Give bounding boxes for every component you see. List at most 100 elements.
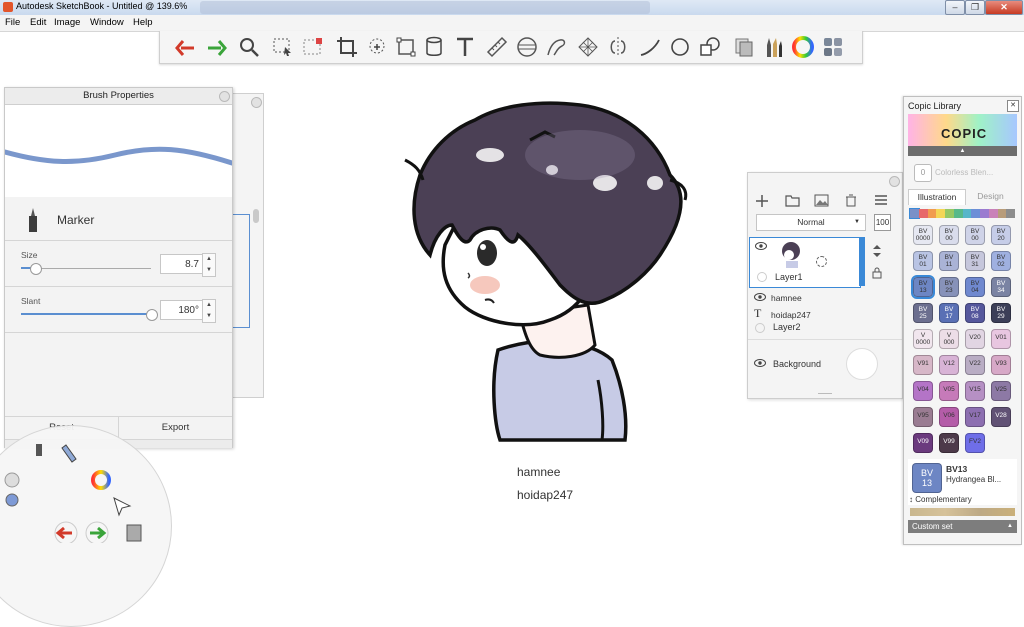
color-family-chip[interactable] — [909, 208, 920, 219]
size-stepper[interactable]: ▲ ▼ — [202, 253, 216, 277]
ruler-icon[interactable] — [485, 35, 509, 59]
color-family-chip[interactable] — [953, 209, 963, 218]
add-image-icon[interactable] — [814, 194, 829, 207]
copic-swatch[interactable]: FV2 — [965, 433, 985, 453]
color-family-chip[interactable] — [936, 209, 945, 218]
copic-swatch[interactable]: V12 — [939, 355, 959, 375]
select-icon[interactable] — [271, 35, 295, 59]
colorless-blender-swatch[interactable]: 0 — [914, 164, 932, 182]
color-family-chip[interactable] — [927, 209, 937, 218]
crop-select-icon[interactable] — [301, 35, 325, 59]
copic-swatch[interactable]: V99 — [939, 433, 959, 453]
distort-icon[interactable] — [394, 35, 418, 59]
copic-swatch[interactable]: BV 00 — [965, 225, 985, 245]
copic-swatch[interactable]: BV 34 — [991, 277, 1011, 297]
text-icon[interactable] — [453, 35, 477, 59]
copic-swatch[interactable]: BV 01 — [913, 251, 933, 271]
maximize-button[interactable]: ❐ — [965, 0, 985, 15]
close-button[interactable]: ✕ — [985, 0, 1023, 15]
menu-edit[interactable]: Edit — [30, 17, 46, 28]
layer-menu-icon[interactable] — [875, 194, 887, 206]
layer-lock-dot[interactable] — [757, 272, 767, 282]
copic-swatch[interactable]: V25 — [991, 381, 1011, 401]
copic-swatch[interactable]: BV 25 — [913, 303, 933, 323]
size-value[interactable]: 8.7 — [160, 254, 204, 274]
copic-swatch[interactable]: V15 — [965, 381, 985, 401]
crop-icon[interactable] — [335, 35, 359, 59]
symmetry-icon[interactable] — [606, 35, 630, 59]
delete-layer-icon[interactable] — [845, 194, 857, 207]
lagoon-brush-handle-icon[interactable] — [36, 444, 42, 456]
undo-icon[interactable] — [174, 35, 198, 59]
layers-panel-grip[interactable] — [818, 393, 832, 394]
copic-swatch[interactable]: BV 17 — [939, 303, 959, 323]
copic-swatch[interactable]: V93 — [991, 355, 1011, 375]
minimize-button[interactable]: ‒ — [945, 0, 965, 15]
color-family-chip[interactable] — [997, 209, 1007, 218]
lagoon-select-icon[interactable] — [113, 497, 132, 517]
tab-design[interactable]: Design — [964, 189, 1017, 204]
lasso-icon[interactable] — [365, 35, 389, 59]
complementary-strip[interactable] — [910, 508, 1015, 516]
copic-swatch[interactable]: V06 — [939, 407, 959, 427]
ellipse-guide-icon[interactable] — [515, 35, 539, 59]
slant-slider-handle[interactable] — [146, 309, 158, 321]
color-family-strip[interactable] — [909, 208, 1015, 219]
layer-name[interactable]: Background — [773, 359, 821, 369]
layer-name[interactable]: hoidap247 — [771, 310, 811, 320]
size-slider-handle[interactable] — [30, 263, 43, 275]
hidden-panel-scrollbar[interactable] — [253, 209, 259, 223]
layers-panel-close[interactable] — [889, 176, 900, 187]
copic-swatch[interactable]: BV 23 — [939, 277, 959, 297]
menu-file[interactable]: File — [5, 17, 20, 28]
hidden-panel-close[interactable] — [251, 97, 262, 108]
copic-swatch[interactable]: V01 — [991, 329, 1011, 349]
copic-swatch[interactable]: BV 08 — [965, 303, 985, 323]
copic-swatch[interactable]: BV 11 — [939, 251, 959, 271]
copic-close-button[interactable]: ✕ — [1007, 100, 1019, 112]
copic-swatch[interactable]: V91 — [913, 355, 933, 375]
visibility-eye-icon[interactable] — [754, 359, 766, 367]
add-layer-icon[interactable] — [756, 195, 768, 207]
circle-icon[interactable] — [668, 35, 692, 59]
layer-copy-icon[interactable] — [732, 35, 756, 59]
background-color-swatch[interactable] — [846, 348, 878, 380]
copic-swatch[interactable]: BV 04 — [965, 277, 985, 297]
copic-swatch[interactable]: V95 — [913, 407, 933, 427]
copic-swatch[interactable]: BV 00 — [939, 225, 959, 245]
copic-swatch[interactable]: BV 13 — [911, 275, 935, 299]
zoom-icon[interactable] — [237, 35, 261, 59]
shapes-icon[interactable] — [698, 35, 722, 59]
copic-swatch[interactable]: V 0000 — [913, 329, 933, 349]
canvas-drawing[interactable] — [390, 95, 700, 450]
lagoon-brush-icon[interactable] — [61, 444, 77, 463]
copic-swatch[interactable]: V20 — [965, 329, 985, 349]
custom-set-header[interactable]: Custom set ▲ — [908, 520, 1017, 533]
current-color-dot[interactable] — [5, 493, 19, 507]
visibility-eye-icon[interactable] — [755, 242, 767, 250]
cylinder-icon[interactable] — [422, 35, 446, 59]
copic-swatch[interactable]: BV 02 — [991, 251, 1011, 271]
menu-window[interactable]: Window — [90, 17, 124, 28]
copic-library-icon[interactable] — [821, 35, 845, 59]
layer-group-icon[interactable] — [785, 194, 800, 207]
color-family-chip[interactable] — [962, 209, 972, 218]
visibility-eye-icon[interactable] — [754, 293, 766, 301]
copic-swatch[interactable]: BV 20 — [991, 225, 1011, 245]
slant-value[interactable]: 180° — [160, 300, 204, 320]
color-family-chip[interactable] — [945, 209, 954, 218]
redo-icon[interactable] — [204, 35, 228, 59]
slant-stepper[interactable]: ▲ ▼ — [202, 299, 216, 323]
canvas-text-hamnee[interactable]: hamnee — [517, 465, 560, 479]
copic-swatch[interactable]: V09 — [913, 433, 933, 453]
layer-opacity[interactable]: 100 — [874, 214, 891, 231]
copic-swatch[interactable]: V 000 — [939, 329, 959, 349]
layer-row-layer1[interactable]: Layer1 — [749, 237, 861, 288]
french-curve-icon[interactable] — [545, 35, 569, 59]
tab-illustration[interactable]: Illustration — [908, 189, 966, 205]
color-family-chip[interactable] — [971, 209, 980, 218]
copic-swatch[interactable]: V05 — [939, 381, 959, 401]
copic-swatch[interactable]: BV 0000 — [913, 225, 933, 245]
copic-swatch[interactable]: BV 29 — [991, 303, 1011, 323]
color-wheel-icon[interactable] — [791, 35, 815, 59]
